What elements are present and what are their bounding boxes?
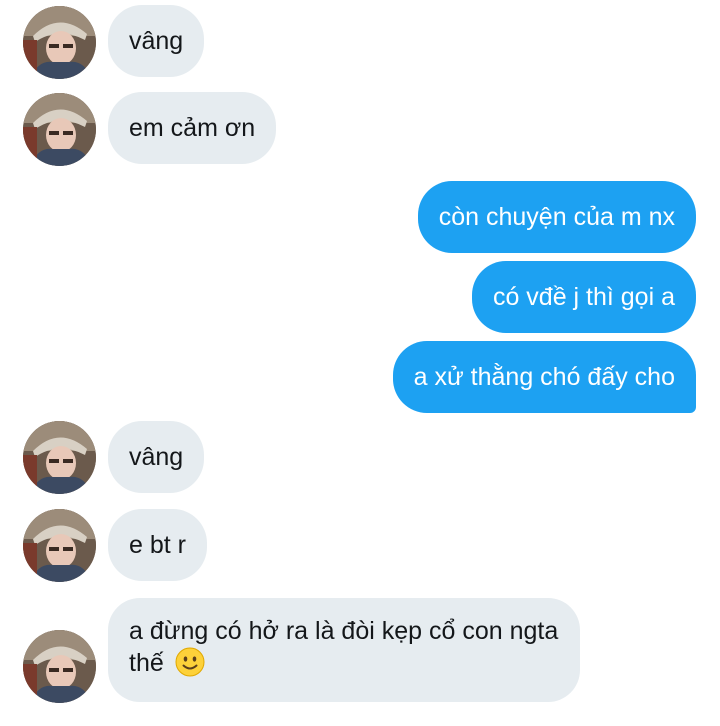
avatar[interactable] — [23, 93, 96, 166]
message-text: a xử thằng chó đấy cho — [413, 363, 675, 391]
message-text: e bt r — [129, 531, 186, 559]
incoming-message-bubble[interactable]: em cảm ơn — [108, 92, 277, 164]
incoming-message-bubble[interactable]: vâng — [108, 421, 205, 493]
slightly-smiling-face-icon — [175, 647, 205, 677]
outgoing-message-bubble[interactable]: có vđề j thì gọi a — [471, 261, 696, 333]
avatar[interactable] — [23, 630, 96, 703]
avatar[interactable] — [23, 509, 96, 582]
incoming-message-bubble[interactable]: vâng — [108, 5, 205, 77]
incoming-message-bubble[interactable]: a đừng có hở ra là đòi kẹp cổ con ngta t… — [108, 598, 580, 702]
message-text: còn chuyện của m nx — [438, 203, 675, 231]
outgoing-message-bubble[interactable]: còn chuyện của m nx — [417, 181, 696, 253]
outgoing-message-bubble[interactable]: a xử thằng chó đấy cho — [392, 341, 696, 413]
message-text: vâng — [129, 27, 184, 55]
incoming-message-bubble[interactable]: e bt r — [108, 509, 207, 581]
message-text: em cảm ơn — [129, 114, 256, 142]
message-text: vâng — [129, 443, 184, 471]
message-text: có vđề j thì gọi a — [492, 283, 675, 311]
avatar[interactable] — [23, 6, 96, 79]
avatar[interactable] — [23, 421, 96, 494]
